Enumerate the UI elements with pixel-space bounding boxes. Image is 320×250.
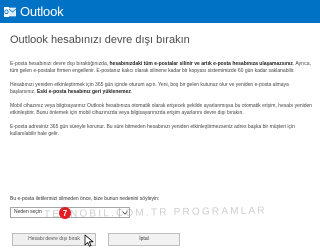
info-paragraph-4-text: E-posta adresiniz 365 gün süreyle korunu…	[10, 124, 295, 137]
outlook-icon: O	[4, 6, 16, 18]
info-paragraph-3-text: Mobil cihazınız veya bilgisayarınız Outl…	[10, 103, 313, 116]
reason-label: Bu e-posta iletilerinizi silmeden önce, …	[10, 196, 160, 202]
main-content: Outlook hesabınızı devre dışı bırakın E-…	[10, 34, 314, 145]
mouse-cursor-icon	[84, 234, 94, 247]
info-paragraph-2: Hesabınızı yeniden etkinleştirmek için 3…	[10, 82, 314, 96]
brand-name: Outlook	[20, 4, 64, 19]
info-paragraph-1: E-posta hesabınızı devre dışı bıraktığın…	[10, 61, 314, 75]
info-paragraph-2-after: .	[130, 89, 133, 95]
action-buttons: Hesabı devre dışı bırak İptal	[12, 233, 180, 246]
top-bar: O Outlook	[0, 0, 320, 23]
info-paragraph-1-before: E-posta hesabınızı devre dışı bıraktığın…	[10, 61, 110, 67]
info-paragraph-3: Mobil cihazınız veya bilgisayarınız Outl…	[10, 103, 314, 117]
info-paragraph-4: E-posta adresiniz 365 gün süreyle korunu…	[10, 124, 314, 138]
cancel-button[interactable]: İptal	[108, 233, 180, 246]
chevron-down-icon[interactable]	[119, 208, 129, 217]
info-paragraph-1-bold: hesabınızdaki tüm e-postalar silinir ve …	[109, 61, 293, 67]
step-badge: 7	[59, 207, 71, 219]
info-paragraph-2-bold: Eski e-posta hesabınız geri yüklenemez	[36, 89, 131, 95]
svg-text:O: O	[4, 10, 9, 16]
page-title: Outlook hesabınızı devre dışı bırakın	[10, 34, 190, 46]
